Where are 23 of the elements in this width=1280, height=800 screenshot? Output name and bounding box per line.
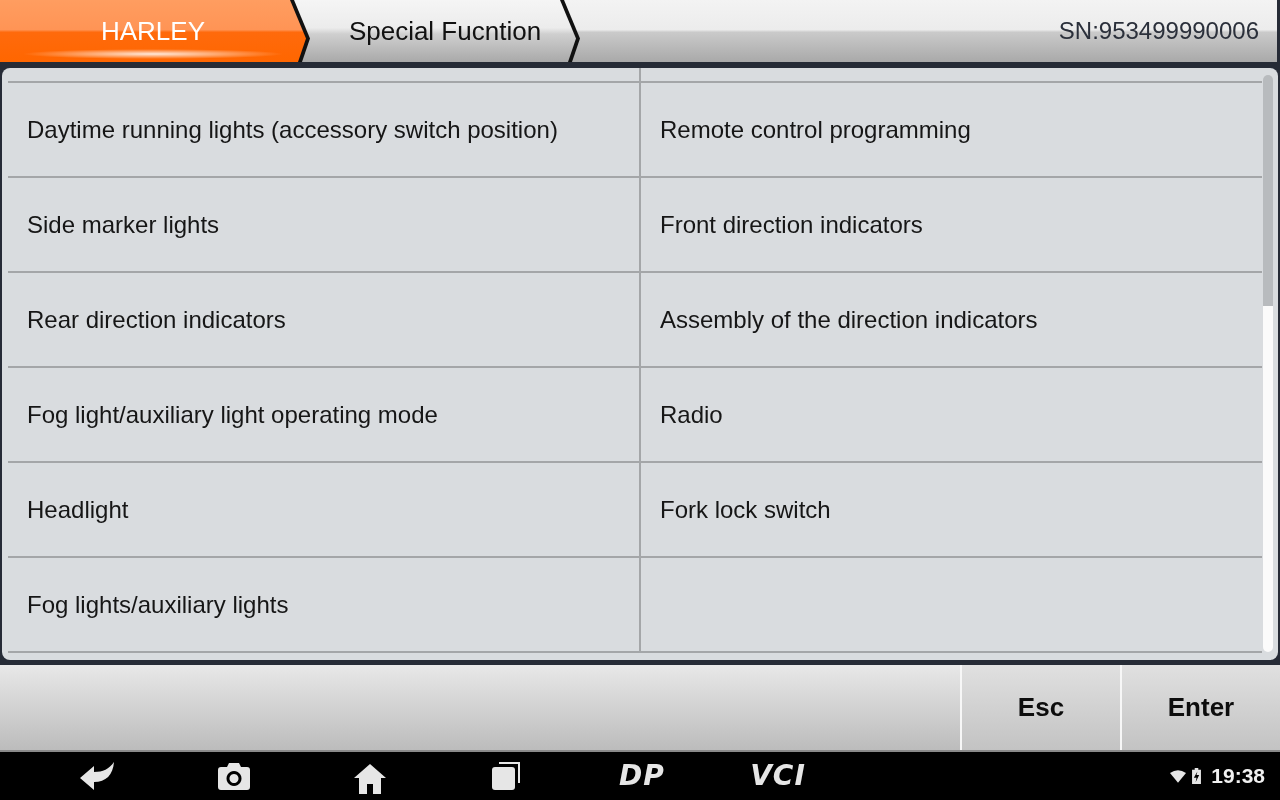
nav-logo-button[interactable]: VCI [750, 761, 806, 791]
function-item[interactable]: Rear direction indicators [8, 273, 641, 368]
camera-icon[interactable] [218, 762, 250, 790]
function-item[interactable]: Side marker lights [8, 178, 641, 273]
function-item[interactable]: Radio [641, 368, 1262, 463]
toolbar-button[interactable]: Esc [960, 665, 1120, 750]
battery-charging-icon [1192, 768, 1202, 784]
recent-apps-icon[interactable] [492, 762, 520, 790]
function-item[interactable]: Assembly of the direction indicators [641, 273, 1262, 368]
function-item[interactable]: Headlight [8, 463, 641, 558]
wifi-icon [1170, 769, 1187, 783]
back-icon[interactable] [80, 762, 116, 790]
toolbar-button[interactable]: Enter [1120, 665, 1280, 750]
clock-time: 19:38 [1211, 764, 1265, 788]
function-item[interactable]: Fog lights/auxiliary lights [8, 558, 641, 653]
function-item[interactable]: Fog light/auxiliary light operating mode [8, 368, 641, 463]
nav-logo-button[interactable]: DP [619, 761, 665, 791]
function-item[interactable]: Front direction indicators [641, 178, 1262, 273]
function-item[interactable]: Daytime running lights (accessory switch position) [8, 83, 641, 178]
function-item[interactable]: Remote control programming [641, 83, 1262, 178]
function-item[interactable]: Fork lock switch [641, 463, 1262, 558]
serial-number: SN:953499990006 [1058, 17, 1260, 45]
home-icon[interactable] [354, 764, 386, 794]
